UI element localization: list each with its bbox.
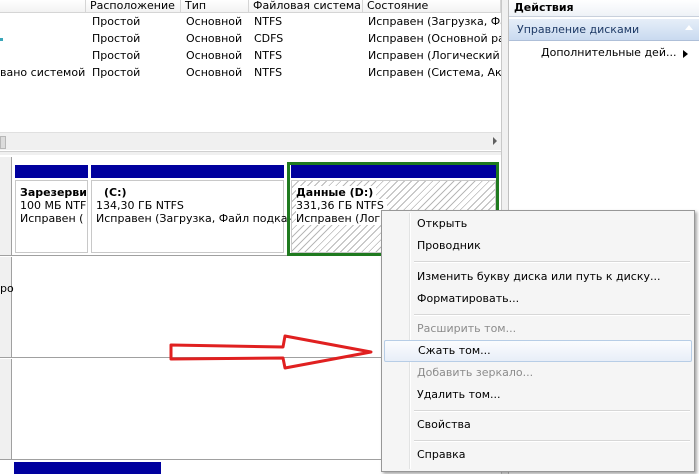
horizontal-scrollbar[interactable] xyxy=(0,132,501,150)
menu-item-delete-volume[interactable]: Удалить том... xyxy=(384,384,692,406)
more-actions-link[interactable]: Дополнительные дей... xyxy=(541,44,676,62)
column-header-type[interactable]: Тип xyxy=(181,0,249,13)
disk-label-fragment: ро xyxy=(0,282,14,295)
submenu-arrow-icon xyxy=(683,50,688,58)
table-cell-status[interactable]: Исправен (Логический ди xyxy=(368,47,501,64)
table-cell-layout[interactable]: Простой xyxy=(92,13,180,30)
menu-item-change-drive-letter[interactable]: Изменить букву диска или путь к диску... xyxy=(384,266,692,288)
menu-item-explorer[interactable]: Проводник xyxy=(384,235,692,257)
table-cell-filesystem[interactable]: NTFS xyxy=(254,64,362,81)
menu-separator xyxy=(414,410,690,412)
collapse-icon[interactable] xyxy=(685,25,693,30)
disk-2-label[interactable] xyxy=(0,359,12,459)
table-cell-status[interactable]: Исправен (Система, Акти xyxy=(368,64,501,81)
table-row-name[interactable] xyxy=(0,47,86,64)
table-cell-type[interactable]: Основной xyxy=(186,13,248,30)
annotation-arrow-icon xyxy=(169,334,373,370)
actions-title: Действия xyxy=(509,0,699,17)
table-cell-type[interactable]: Основной xyxy=(186,64,248,81)
menu-item-help[interactable]: Справка xyxy=(384,444,692,466)
partition-size: 331,36 ГБ NTFS xyxy=(296,199,387,212)
partition-c[interactable]: (C:) 134,30 ГБ NTFS Исправен (Загрузка, … xyxy=(91,180,294,253)
menu-item-properties[interactable]: Свойства xyxy=(384,414,692,436)
menu-item-shrink-volume[interactable]: Сжать том... xyxy=(384,340,692,362)
context-menu: Открыть Проводник Изменить букву диска и… xyxy=(381,210,695,472)
partition-bar xyxy=(15,165,88,178)
partition-status: Исправен (Логи xyxy=(296,212,391,225)
scroll-right-arrow-icon[interactable] xyxy=(493,137,497,145)
table-row-name[interactable] xyxy=(0,13,86,30)
column-header-layout[interactable]: Расположение xyxy=(86,0,181,13)
actions-section-disk-management[interactable]: Управление дисками xyxy=(509,19,699,41)
disk-0-label[interactable] xyxy=(0,157,12,255)
partition-status: Исправен (Загрузка, Файл подкач xyxy=(96,212,295,225)
column-header-status[interactable]: Состояние xyxy=(363,0,501,13)
table-cell-filesystem[interactable]: NTFS xyxy=(254,13,362,30)
actions-section-label: Управление дисками xyxy=(517,23,640,36)
menu-item-open[interactable]: Открыть xyxy=(384,213,692,235)
partition-name: Данные (D:) xyxy=(296,186,377,199)
menu-item-format[interactable]: Форматировать... xyxy=(384,288,692,310)
volume-list[interactable]: Расположение Тип Файловая система Состоя… xyxy=(0,0,501,152)
column-header-filesystem[interactable]: Файловая система xyxy=(249,0,363,13)
partition-size: 134,30 ГБ NTFS xyxy=(96,199,184,212)
menu-separator xyxy=(414,314,690,316)
partition-name: Зарезерви xyxy=(20,186,87,199)
table-cell-type[interactable]: Основной xyxy=(186,30,248,47)
table-cell-layout[interactable]: Простой xyxy=(92,47,180,64)
table-cell-status[interactable]: Исправен (Загрузка, Файл xyxy=(368,13,501,30)
table-cell-layout[interactable]: Простой xyxy=(92,64,180,81)
table-cell-filesystem[interactable]: NTFS xyxy=(254,47,362,64)
partition-status: Исправен ( xyxy=(20,212,84,225)
partition-size: 100 МБ NTF xyxy=(20,199,87,212)
partition-reserved[interactable]: Зарезерви 100 МБ NTF Исправен ( xyxy=(15,180,88,253)
disk-1-label[interactable] xyxy=(0,257,12,357)
menu-separator xyxy=(414,440,690,442)
table-cell-layout[interactable]: Простой xyxy=(92,30,180,47)
table-row-name[interactable] xyxy=(0,30,86,47)
partition-name: (C:) xyxy=(104,186,127,199)
table-cell-filesystem[interactable]: CDFS xyxy=(254,30,362,47)
volume-icon xyxy=(0,38,3,41)
table-row-name[interactable]: вано системой xyxy=(0,64,86,81)
partition-bar xyxy=(91,165,284,178)
table-cell-type[interactable]: Основной xyxy=(186,47,248,64)
menu-item-add-mirror: Добавить зеркало... xyxy=(417,366,534,379)
table-cell-status[interactable]: Исправен (Основной раз xyxy=(368,30,501,47)
menu-item-extend-volume: Расширить том... xyxy=(417,322,517,335)
column-header-volume[interactable] xyxy=(0,0,86,13)
partition-bar xyxy=(14,462,161,474)
menu-separator xyxy=(414,261,690,263)
scrollbar-thumb[interactable] xyxy=(0,136,6,149)
